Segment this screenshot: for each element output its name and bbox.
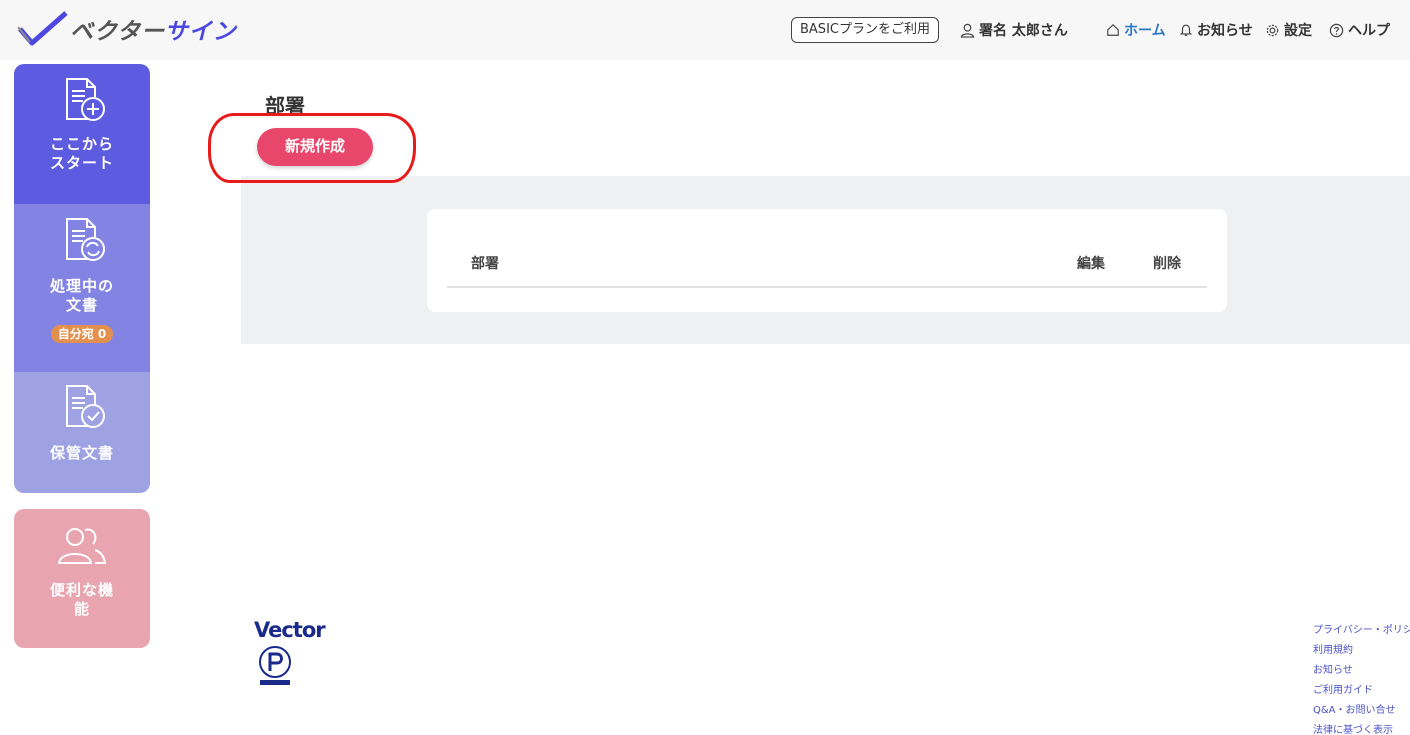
- sidebar-features-line1: 便利な機: [49, 581, 114, 599]
- nav-help-label: ヘルプ: [1348, 23, 1390, 39]
- bell-icon: [1179, 24, 1193, 36]
- top-header: ベクターサイン BASICプランをご利用 署名 太郎さん ホーム お知らせ 設定: [0, 0, 1410, 60]
- column-header-department: 部署: [471, 256, 499, 272]
- footer-link-guide[interactable]: ご利用ガイド: [1313, 681, 1410, 701]
- footer-link-legal-notice[interactable]: 法律に基づく表示: [1313, 721, 1410, 735]
- sidebar-processing-line2: 文書: [65, 296, 98, 314]
- department-table: 部署 編集 削除: [427, 209, 1227, 312]
- footer-links: プライバシー・ポリシー 利用規約 お知らせ ご利用ガイド Q&A・お問い合せ 法…: [1313, 621, 1410, 735]
- footer-link-news[interactable]: お知らせ: [1313, 661, 1410, 681]
- nav-home-label: ホーム: [1124, 23, 1166, 39]
- help-icon: [1329, 23, 1344, 37]
- column-header-delete: 削除: [1153, 256, 1181, 272]
- app-logo[interactable]: ベクターサイン: [18, 10, 237, 48]
- sidebar-processing-line1: 処理中の: [49, 277, 114, 295]
- plan-badge[interactable]: BASICプランをご利用: [791, 17, 939, 43]
- nav-settings[interactable]: 設定: [1265, 19, 1312, 41]
- processing-document-icon: [66, 218, 105, 261]
- logo-text-part1: ベクター: [70, 19, 165, 45]
- home-icon: [1107, 23, 1119, 36]
- nav-help[interactable]: ヘルプ: [1329, 19, 1390, 41]
- column-header-edit: 編集: [1077, 256, 1105, 272]
- checkmark-logo-icon: [18, 11, 68, 46]
- user-icon: [960, 23, 975, 38]
- highlight-annotation: [208, 113, 416, 183]
- sidebar-main-group: ここから スタート 処理中の 文書 自分宛 0 保管文書: [14, 64, 150, 493]
- logo-text-part2: サイン: [164, 19, 237, 45]
- footer-link-privacy-policy[interactable]: プライバシー・ポリシー: [1313, 621, 1410, 641]
- footer-link-terms[interactable]: 利用規約: [1313, 641, 1410, 661]
- footer-link-faq-contact[interactable]: Q&A・お問い合せ: [1313, 701, 1410, 721]
- nav-notifications[interactable]: お知らせ: [1179, 19, 1253, 41]
- table-header-divider: [447, 286, 1207, 288]
- privacy-mark-icon[interactable]: [256, 643, 294, 687]
- sidebar-start-line1: ここから: [49, 135, 114, 153]
- sidebar-item-features[interactable]: 便利な機 能: [14, 509, 150, 648]
- sidebar-item-archive[interactable]: 保管文書: [14, 372, 150, 493]
- users-icon: [57, 528, 107, 564]
- nav-settings-label: 設定: [1284, 23, 1312, 39]
- sidebar-archive-label: 保管文書: [49, 444, 114, 462]
- nav-home[interactable]: ホーム: [1106, 19, 1166, 41]
- user-name: 署名 太郎さん: [979, 23, 1068, 39]
- archived-document-icon: [66, 385, 105, 428]
- vector-company-logo[interactable]: Vector: [254, 618, 326, 642]
- sidebar-start-line2: スタート: [49, 154, 114, 172]
- user-menu[interactable]: 署名 太郎さん: [960, 19, 1068, 41]
- sidebar-item-processing[interactable]: 処理中の 文書 自分宛 0: [14, 204, 150, 372]
- sidebar-features-line2: 能: [73, 600, 90, 618]
- nav-notifications-label: お知らせ: [1197, 23, 1253, 39]
- self-addressed-count-badge: 自分宛 0: [50, 325, 114, 343]
- new-document-icon: [66, 78, 105, 121]
- gear-icon: [1266, 24, 1279, 36]
- sidebar-item-start[interactable]: ここから スタート: [14, 64, 150, 204]
